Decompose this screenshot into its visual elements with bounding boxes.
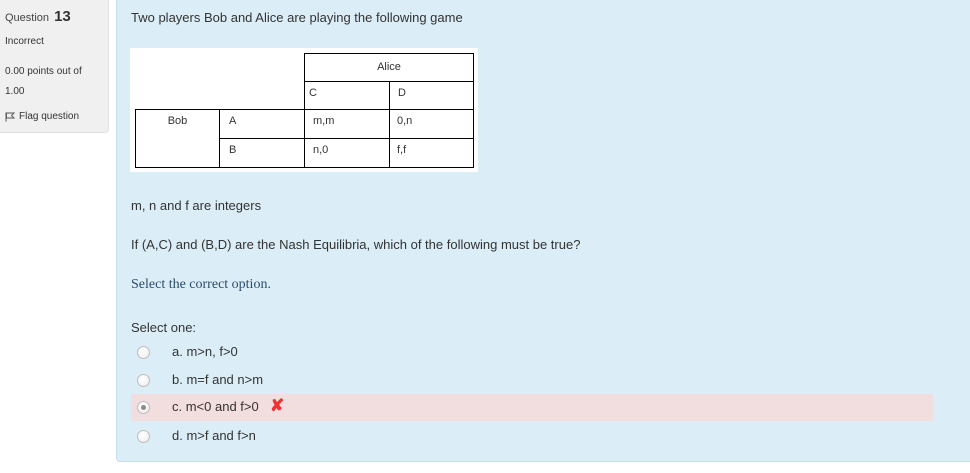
matrix-row-a: A	[219, 109, 305, 139]
question-paragraph-2: If (A,C) and (B,D) are the Nash Equilibr…	[131, 237, 581, 252]
matrix-row-player: Bob	[135, 109, 220, 168]
question-state: Incorrect	[5, 36, 44, 47]
radio-button[interactable]	[137, 374, 150, 387]
select-prompt: Select the correct option.	[131, 277, 271, 292]
matrix-cell-ac: m,m	[304, 109, 390, 139]
answer-option-label: d. m>f and f>n	[172, 428, 256, 443]
flag-question-link[interactable]: Flag question	[5, 111, 79, 122]
question-number: Question 13	[5, 8, 71, 25]
answer-option-label: c. m<0 and f>0	[172, 399, 259, 414]
matrix-col-d: D	[389, 81, 474, 110]
question-number-value: 13	[54, 8, 71, 25]
question-paragraph-1: m, n and f are integers	[131, 198, 262, 213]
question-content: Two players Bob and Alice are playing th…	[116, 0, 970, 462]
answer-option-b[interactable]: b. m=f and n>m	[131, 367, 933, 394]
radio-button[interactable]	[137, 430, 150, 443]
matrix-cell-ad: 0,n	[389, 109, 474, 139]
payoff-matrix: Alice C D Bob A B m,m 0,n n,0 f,f	[130, 48, 478, 172]
answer-option-a[interactable]: a. m>n, f>0	[131, 339, 933, 366]
matrix-col-c: C	[304, 81, 390, 110]
answer-option-c[interactable]: c. m<0 and f>0 ✘	[131, 394, 933, 421]
incorrect-icon: ✘	[270, 396, 285, 415]
answer-option-d[interactable]: d. m>f and f>n	[131, 423, 933, 450]
matrix-col-player: Alice	[304, 53, 474, 82]
question-intro: Two players Bob and Alice are playing th…	[131, 10, 463, 25]
matrix-cell-bd: f,f	[389, 138, 474, 168]
radio-button[interactable]	[137, 346, 150, 359]
question-grade: 0.00 points out of 1.00	[5, 62, 105, 102]
grade-line-2: 1.00	[5, 86, 25, 97]
answer-option-label: a. m>n, f>0	[172, 344, 238, 359]
matrix-row-b: B	[219, 138, 305, 168]
matrix-cell-bc: n,0	[304, 138, 390, 168]
question-label: Question	[5, 12, 50, 24]
select-one-label: Select one:	[131, 320, 197, 335]
radio-button-selected[interactable]	[137, 401, 150, 414]
grade-line-1: 0.00 points out of	[5, 66, 82, 77]
question-info-panel: Question 13 Incorrect 0.00 points out of…	[0, 0, 109, 133]
answer-option-label: b. m=f and n>m	[172, 372, 264, 387]
flag-question-label: Flag question	[19, 111, 80, 122]
flag-icon	[5, 112, 15, 122]
